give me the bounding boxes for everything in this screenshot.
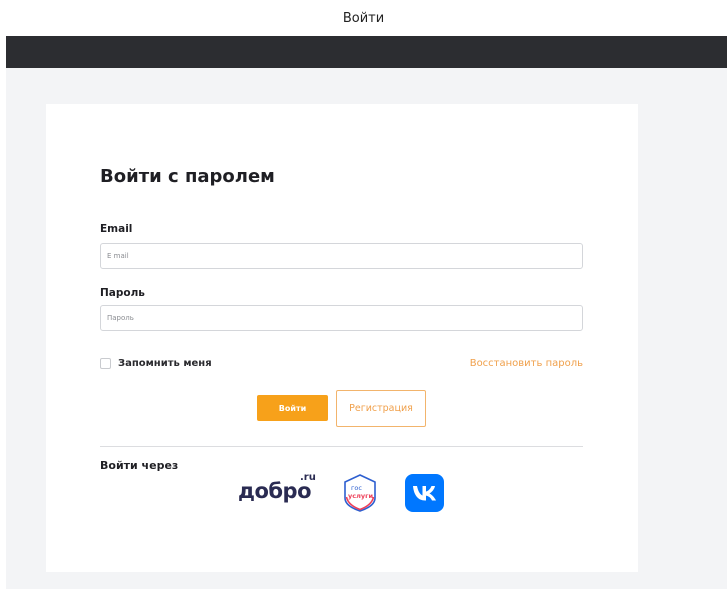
password-field[interactable]	[100, 305, 583, 331]
page-title: Войти с паролем	[100, 166, 275, 187]
login-button[interactable]: Войти	[257, 395, 328, 421]
dobro-logo-suffix: .ru	[300, 472, 316, 483]
remember-me[interactable]: Запомнить меня	[100, 358, 212, 369]
gosuslugi-icon: гос услуги	[344, 474, 376, 512]
vk-login-button[interactable]	[405, 474, 444, 512]
email-label: Email	[100, 223, 133, 235]
gosuslugi-logo-line2: услуги	[348, 492, 373, 500]
gosuslugi-logo-line1: гос	[351, 484, 362, 492]
vk-icon	[412, 486, 436, 501]
restore-password-link[interactable]: Восстановить пароль	[470, 358, 583, 369]
remember-me-checkbox[interactable]	[100, 358, 111, 369]
divider	[100, 446, 583, 447]
remember-me-label: Запомнить меня	[118, 358, 212, 369]
dobro-login-button[interactable]: добро .ru	[238, 472, 320, 510]
window-title: Войти	[342, 10, 385, 26]
gosuslugi-login-button[interactable]: гос услуги	[342, 473, 378, 513]
password-label: Пароль	[100, 287, 145, 299]
social-login-heading: Войти черeз	[100, 459, 179, 472]
top-navigation-bar	[6, 36, 727, 68]
register-button[interactable]: Регистрация	[336, 390, 426, 427]
email-field[interactable]	[100, 243, 583, 269]
